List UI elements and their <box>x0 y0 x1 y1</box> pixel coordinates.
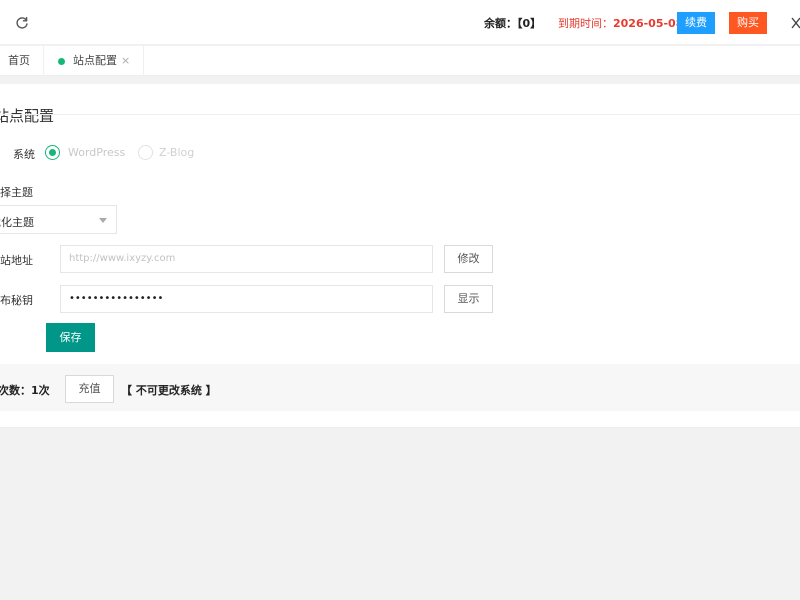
site-url-input[interactable]: http://www.ixyzy.com <box>60 245 433 273</box>
page-title: 站点配置 <box>0 107 55 125</box>
renew-button[interactable]: 续费 <box>677 12 715 34</box>
tab-site-config[interactable]: 站点配置 × <box>44 46 144 76</box>
count-text: 次数：1次 <box>0 384 50 397</box>
footer-band <box>0 364 800 411</box>
theme-select-value: 优化主题 <box>0 216 34 229</box>
radio-zblog[interactable] <box>138 145 153 160</box>
radio-wordpress-label: WordPress <box>68 146 126 159</box>
tab-bar: 首页 站点配置 × <box>0 46 800 76</box>
tab-close-icon[interactable]: × <box>121 46 130 76</box>
site-url-label: 网站地址 <box>0 254 33 267</box>
active-dot-icon <box>58 58 65 65</box>
notice-text: 【 不可更改系统 】 <box>121 384 217 397</box>
show-secret-button[interactable]: 显示 <box>444 285 493 313</box>
expire-info: 到期时间：2026-05-08 <box>558 15 683 31</box>
recharge-button[interactable]: 充值 <box>65 375 114 403</box>
chevron-down-icon <box>99 218 107 223</box>
config-card <box>0 84 800 364</box>
tab-site-config-label: 站点配置 <box>73 54 117 67</box>
modify-button[interactable]: 修改 <box>444 245 493 273</box>
bottom-panel <box>0 411 800 428</box>
radio-wordpress[interactable] <box>45 145 60 160</box>
expire-date: 2026-05-08 <box>613 17 684 30</box>
tab-home[interactable]: 首页 <box>0 46 44 76</box>
balance-text: 余额：【0】 <box>484 17 542 30</box>
system-label: 系统 <box>13 148 35 161</box>
theme-label: 选择主题 <box>0 186 33 199</box>
fullscreen-icon[interactable] <box>790 16 800 30</box>
theme-select[interactable]: 优化主题 <box>0 205 117 234</box>
top-bar: 余额：【0】 到期时间：2026-05-08 续费 购买 <box>0 0 800 45</box>
publish-secret-label: 发布秘钥 <box>0 294 33 307</box>
save-button[interactable]: 保存 <box>46 323 95 352</box>
tab-home-label: 首页 <box>8 54 30 67</box>
expire-label: 到期时间： <box>558 17 613 30</box>
buy-button[interactable]: 购买 <box>729 12 767 34</box>
radio-zblog-label: Z-Blog <box>159 146 195 159</box>
refresh-icon[interactable] <box>14 15 30 31</box>
title-divider <box>0 114 800 115</box>
publish-secret-input[interactable]: •••••••••••••••• <box>60 285 433 313</box>
